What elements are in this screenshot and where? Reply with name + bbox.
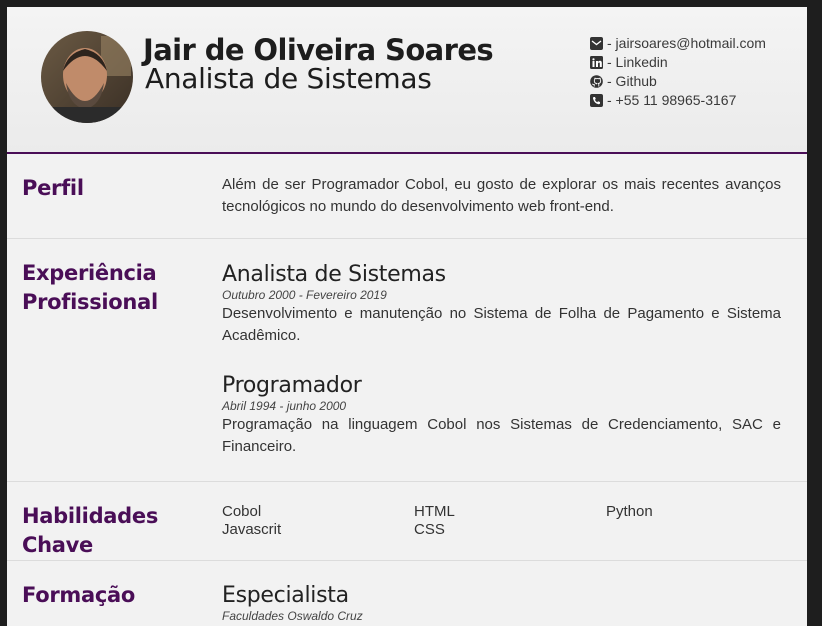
section-skills: Habilidades Chave Cobol HTML Python Java… <box>7 482 807 561</box>
job-entry: Analista de Sistemas Outubro 2000 - Feve… <box>222 262 781 347</box>
skill-item: Cobol <box>222 503 262 520</box>
skill-item: Python <box>606 503 653 520</box>
contact-linkedin-text: - Linkedin <box>607 54 668 70</box>
section-title-skills: Habilidades Chave <box>22 502 158 560</box>
job-entry: Programador Abril 1994 - junho 2000 Prog… <box>222 373 781 458</box>
phone-icon <box>590 94 603 107</box>
education-entry: Especialista Faculdades Oswaldo Cruz <box>222 583 781 624</box>
section-profile: Perfil Além de ser Programador Cobol, eu… <box>7 154 807 239</box>
resume-page: Jair de Oliveira Soares Analista de Sist… <box>7 7 807 626</box>
section-education: Formação Especialista Faculdades Oswaldo… <box>7 561 807 626</box>
contact-list: - jairsoares@hotmail.com - Linkedin - Gi… <box>590 34 766 110</box>
education-school: Faculdades Oswaldo Cruz <box>222 609 363 623</box>
job-title: Programador <box>222 373 362 398</box>
education-degree: Especialista <box>222 583 349 608</box>
contact-phone[interactable]: - +55 11 98965-3167 <box>590 91 766 110</box>
job-description: Programação na linguagem Cobol nos Siste… <box>222 416 781 455</box>
candidate-role: Analista de Sistemas <box>145 62 432 95</box>
contact-linkedin[interactable]: - Linkedin <box>590 53 766 72</box>
section-title-skills-line2: Chave <box>22 533 93 557</box>
linkedin-icon <box>590 56 603 69</box>
section-experience: Experiência Profissional Analista de Sis… <box>7 239 807 482</box>
contact-github[interactable]: - Github <box>590 72 766 91</box>
contact-phone-text: - +55 11 98965-3167 <box>607 92 737 108</box>
section-title-education: Formação <box>22 583 135 607</box>
skill-item: HTML <box>414 503 455 520</box>
email-icon <box>590 37 603 50</box>
contact-github-text: - Github <box>607 73 657 89</box>
resume-header: Jair de Oliveira Soares Analista de Sist… <box>7 7 807 154</box>
profile-text: Além de ser Programador Cobol, eu gosto … <box>222 176 781 215</box>
job-description: Desenvolvimento e manutenção no Sistema … <box>222 305 781 344</box>
github-icon <box>590 75 603 88</box>
section-title-experience-line2: Profissional <box>22 290 158 314</box>
job-title: Analista de Sistemas <box>222 262 446 287</box>
skill-item: Javascrit <box>222 521 282 538</box>
section-title-experience: Experiência Profissional <box>22 259 158 317</box>
avatar <box>41 31 133 123</box>
skill-item: CSS <box>414 521 445 538</box>
job-period: Abril 1994 - junho 2000 <box>222 399 347 413</box>
section-title-experience-line1: Experiência <box>22 261 157 285</box>
job-period: Outubro 2000 - Fevereiro 2019 <box>222 288 387 302</box>
section-title-skills-line1: Habilidades <box>22 504 159 528</box>
contact-email-text: - jairsoares@hotmail.com <box>607 35 766 51</box>
section-title-profile: Perfil <box>22 176 84 200</box>
contact-email[interactable]: - jairsoares@hotmail.com <box>590 34 766 53</box>
